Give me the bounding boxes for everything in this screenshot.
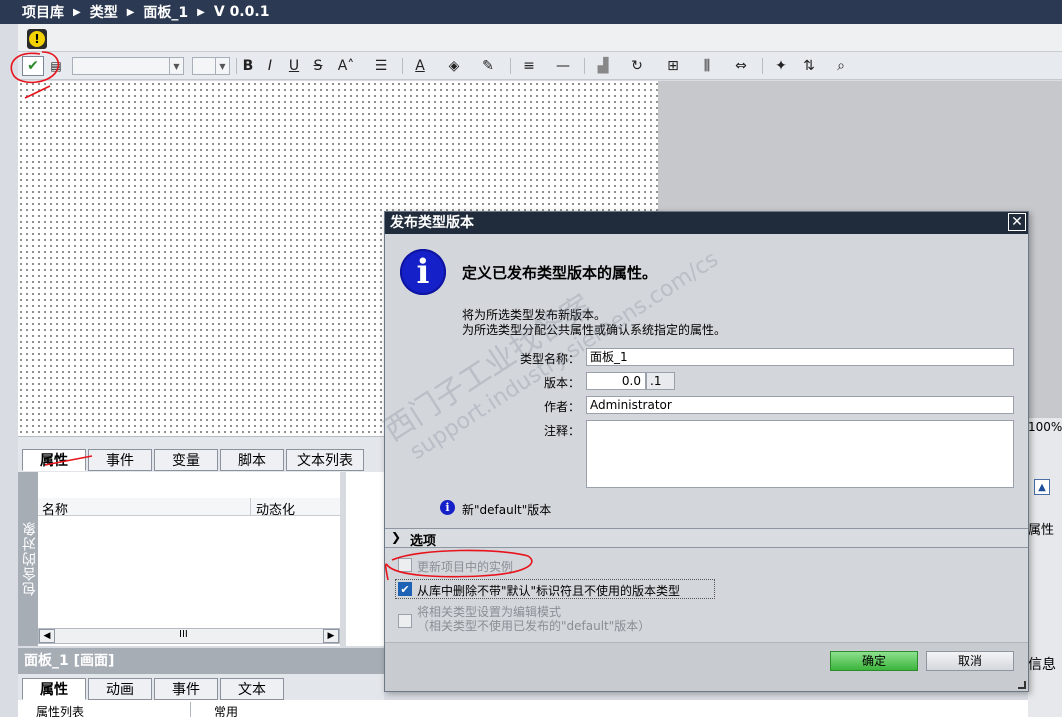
- breadcrumb: 项目库 ▶ 类型 ▶ 面板_1 ▶ V 0.0.1: [0, 0, 1062, 24]
- warning-bar: !: [18, 24, 1062, 52]
- scroll-thumb[interactable]: III: [179, 629, 188, 640]
- layer-icon[interactable]: ⇅: [796, 56, 822, 76]
- breadcrumb-separator-icon: ▶: [197, 6, 205, 18]
- tab-events[interactable]: 事件: [88, 449, 152, 471]
- table-header: 名称 动态化: [38, 498, 340, 518]
- comment-label: 注释：: [543, 424, 580, 438]
- release-version-check-icon[interactable]: ✔: [22, 56, 44, 76]
- options-section-header[interactable]: ❯ 选项: [385, 528, 1028, 549]
- line-style-icon[interactable]: —: [552, 56, 574, 76]
- update-instances-checkbox[interactable]: [398, 558, 412, 572]
- delete-unused-versions-label: 从库中删除不带"默认"标识符且不使用的版本类型: [417, 584, 681, 598]
- breadcrumb-item-types[interactable]: 类型: [90, 2, 118, 22]
- align-icon[interactable]: ☰: [366, 56, 396, 76]
- warning-icon[interactable]: !: [27, 29, 47, 49]
- scroll-right-icon[interactable]: ▶: [323, 629, 339, 643]
- same-size-icon[interactable]: ⇔: [730, 56, 752, 76]
- dialog-button-row: 确定 取消: [385, 642, 1028, 691]
- fill-color-icon[interactable]: ◈: [442, 56, 466, 76]
- default-version-info: 新"default"版本: [462, 503, 552, 517]
- update-instances-label: 更新项目中的实例: [417, 560, 514, 574]
- chevron-down-icon[interactable]: ▼: [215, 58, 229, 74]
- type-name-field[interactable]: 面板_1: [586, 348, 1014, 366]
- inspector-tabs: 属性 事件 变量 脚本 文本列表: [18, 436, 384, 472]
- chevron-down-icon[interactable]: ▼: [169, 58, 183, 74]
- italic-button[interactable]: I: [262, 56, 278, 76]
- edit-mode-sublabel: （相关类型不使用已发布的"default"版本）: [417, 619, 651, 633]
- font-size-combo[interactable]: ▼: [192, 57, 230, 75]
- chevron-down-icon[interactable]: ❯: [391, 530, 401, 544]
- version-major-field[interactable]: 0.0: [586, 372, 646, 390]
- delete-unused-versions-checkbox[interactable]: ✔: [398, 582, 412, 596]
- objects-table: 名称 动态化: [38, 472, 340, 646]
- underline-button[interactable]: U: [286, 56, 302, 76]
- breadcrumb-item-version[interactable]: V 0.0.1: [214, 4, 270, 20]
- version-minor-field: .1: [646, 372, 675, 390]
- cancel-button[interactable]: 取消: [926, 651, 1014, 671]
- tab-lower-events[interactable]: 事件: [154, 678, 218, 700]
- format-painter-icon[interactable]: ✦: [770, 56, 792, 76]
- panel-title: 面板_1 [画面]: [18, 648, 384, 674]
- info-label[interactable]: 信息: [1028, 654, 1056, 674]
- distribute-icon[interactable]: ⫼: [696, 56, 718, 76]
- detail-pane: [346, 472, 386, 646]
- line-color-icon[interactable]: ✎: [476, 56, 500, 76]
- rotate-icon[interactable]: ↻: [626, 56, 648, 76]
- arrange-icon[interactable]: ▟: [592, 56, 614, 76]
- document-icon[interactable]: ▤: [48, 56, 64, 76]
- upload-icon[interactable]: ▲: [1034, 479, 1050, 495]
- font-color-button[interactable]: A: [408, 56, 432, 76]
- sidebar-label: 包含的对象: [22, 521, 38, 597]
- right-side-panel: 100% ▲ 属性 信息: [1028, 418, 1062, 717]
- resize-grip-icon[interactable]: [1018, 681, 1026, 689]
- breadcrumb-separator-icon: ▶: [73, 6, 81, 18]
- lower-tabs: 属性 动画 事件 文本: [18, 674, 384, 700]
- dialog-title: 发布类型版本: [385, 212, 1028, 234]
- tab-text-lists[interactable]: 文本列表: [286, 449, 364, 471]
- font-size-increase-button[interactable]: A˄: [334, 56, 358, 76]
- close-icon[interactable]: ✕: [1008, 213, 1026, 231]
- font-style-combo[interactable]: ▼: [72, 57, 184, 75]
- breadcrumb-item-panel[interactable]: 面板_1: [143, 2, 188, 22]
- contained-objects-sidebar[interactable]: 包含的对象: [18, 472, 38, 646]
- bold-button[interactable]: B: [240, 56, 256, 76]
- author-label: 作者：: [543, 400, 580, 414]
- type-name-label: 类型名称：: [519, 352, 580, 366]
- column-name[interactable]: 名称: [42, 499, 68, 518]
- ok-button[interactable]: 确定: [830, 651, 918, 671]
- info-icon: i: [440, 500, 455, 515]
- zoom-level[interactable]: 100%: [1028, 420, 1062, 434]
- strikethrough-button[interactable]: S: [310, 56, 326, 76]
- tab-tags[interactable]: 变量: [154, 449, 218, 471]
- scroll-left-icon[interactable]: ◀: [39, 629, 55, 643]
- breadcrumb-separator-icon: ▶: [126, 6, 135, 18]
- tab-scripts[interactable]: 脚本: [220, 449, 284, 471]
- align-objects-icon[interactable]: ⊞: [662, 56, 684, 76]
- info-icon: i: [400, 249, 446, 295]
- release-type-version-dialog: 发布类型版本 ✕ i 定义已发布类型版本的属性。 将为所选类型发布新版本。 为所…: [384, 211, 1029, 692]
- edit-mode-checkbox[interactable]: [398, 614, 412, 628]
- properties-label[interactable]: 属性: [1028, 519, 1054, 538]
- editor-toolbar: ✔ ▤ ▼ ▼ B I U S A˄ ☰ A ◈ ✎ ≡ — ▟ ↻ ⊞ ⫼ ⇔…: [18, 52, 1062, 80]
- comment-field[interactable]: [586, 420, 1014, 488]
- common-item[interactable]: 常用: [214, 703, 238, 717]
- zoom-icon[interactable]: ⌕: [832, 56, 850, 76]
- tab-texts[interactable]: 文本: [220, 678, 284, 700]
- horizontal-scrollbar[interactable]: ◀ III ▶: [38, 628, 340, 644]
- breadcrumb-item-library[interactable]: 项目库: [22, 2, 64, 22]
- property-list-row: 属性列表 常用: [18, 700, 1062, 717]
- dialog-description: 为所选类型分配公共属性或确认系统指定的属性。: [462, 323, 727, 337]
- dialog-heading: 定义已发布类型版本的属性。: [462, 264, 658, 282]
- author-field[interactable]: Administrator: [586, 396, 1014, 414]
- tab-lower-properties[interactable]: 属性: [22, 678, 86, 700]
- line-width-icon[interactable]: ≡: [518, 56, 540, 76]
- tab-properties[interactable]: 属性: [22, 449, 86, 471]
- property-list-item[interactable]: 属性列表: [36, 703, 84, 717]
- column-dynamic[interactable]: 动态化: [256, 499, 295, 518]
- tab-animations[interactable]: 动画: [88, 678, 152, 700]
- version-label: 版本：: [543, 376, 580, 390]
